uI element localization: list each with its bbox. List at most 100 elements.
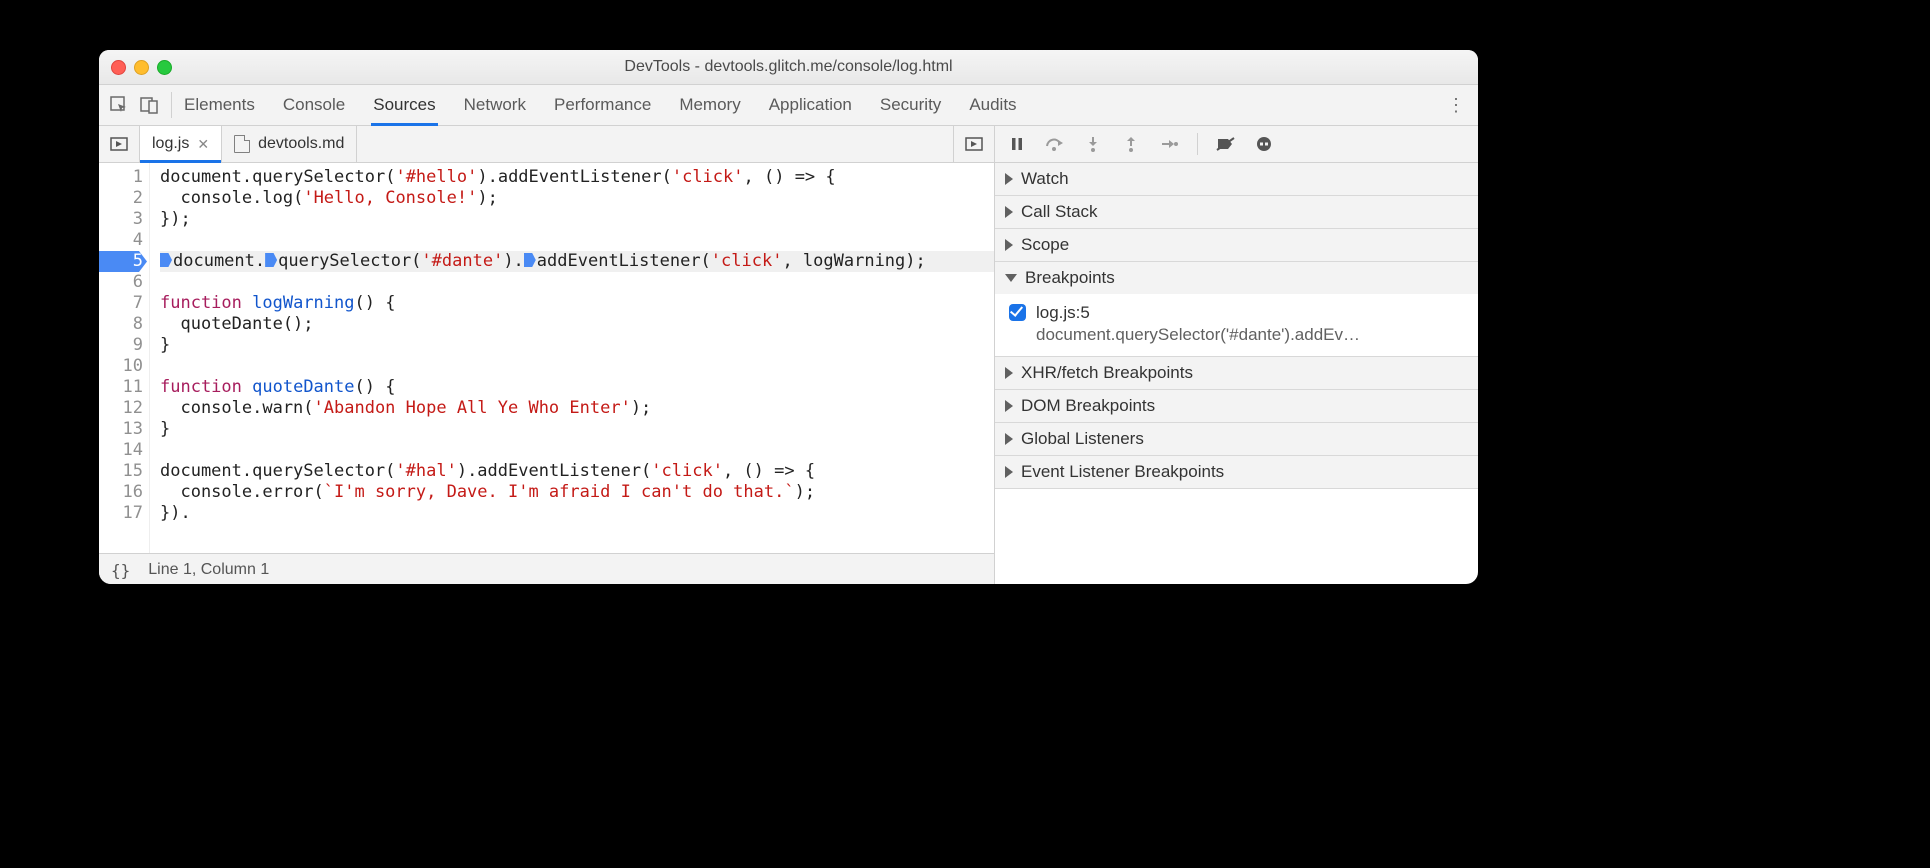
code-line: document.querySelector('#dante').addEven… [160, 251, 994, 272]
checkbox[interactable] [1009, 304, 1026, 321]
panel-tab-memory[interactable]: Memory [679, 85, 740, 125]
line-number[interactable]: 14 [99, 440, 143, 461]
code-content[interactable]: document.querySelector('#hello').addEven… [150, 163, 994, 553]
line-number[interactable]: 10 [99, 356, 143, 377]
section-body: log.js:5document.querySelector('#dante')… [995, 294, 1478, 356]
breakpoint-snippet: document.querySelector('#dante').addEv… [1036, 324, 1360, 346]
breakpoint-item[interactable]: log.js:5document.querySelector('#dante')… [1009, 302, 1468, 346]
editor-pane: log.js✕devtools.md 123456789101112131415… [99, 126, 995, 584]
line-gutter[interactable]: 1234567891011121314151617 [99, 163, 150, 553]
titlebar: DevTools - devtools.glitch.me/console/lo… [99, 50, 1478, 85]
chevron-down-icon [1005, 274, 1017, 282]
chevron-right-icon [1005, 367, 1013, 379]
panel-tab-application[interactable]: Application [769, 85, 852, 125]
navigator-toggle-button[interactable] [99, 126, 140, 162]
code-line: console.log('Hello, Console!'); [160, 188, 994, 209]
code-line: document.querySelector('#hal').addEventL… [160, 461, 994, 482]
section-header[interactable]: Event Listener Breakpoints [995, 456, 1478, 488]
minimize-window-button[interactable] [134, 60, 149, 75]
close-icon[interactable]: ✕ [197, 136, 209, 153]
file-tab-label: devtools.md [258, 135, 344, 153]
line-number[interactable]: 8 [99, 314, 143, 335]
traffic-lights [111, 60, 172, 75]
code-line: console.error(`I'm sorry, Dave. I'm afra… [160, 482, 994, 503]
code-line [160, 272, 994, 293]
call-mark-icon [524, 253, 536, 267]
step-icon[interactable] [1159, 134, 1179, 154]
panel-tab-security[interactable]: Security [880, 85, 941, 125]
inspect-element-icon[interactable] [109, 95, 129, 115]
pause-icon[interactable] [1007, 134, 1027, 154]
section-breakpoints: Breakpoints log.js:5document.querySelecto… [995, 262, 1478, 357]
code-line [160, 230, 994, 251]
zoom-window-button[interactable] [157, 60, 172, 75]
section-header[interactable]: Global Listeners [995, 423, 1478, 455]
section-call-stack: Call Stack [995, 196, 1478, 229]
panel-tab-console[interactable]: Console [283, 85, 345, 125]
file-tab-log-js[interactable]: log.js✕ [140, 126, 222, 162]
close-window-button[interactable] [111, 60, 126, 75]
chevron-right-icon [1005, 239, 1013, 251]
pause-exceptions-icon[interactable] [1254, 134, 1274, 154]
section-title: Breakpoints [1025, 268, 1115, 288]
section-event-listener-breakpoints: Event Listener Breakpoints [995, 456, 1478, 489]
code-line: function logWarning() { [160, 293, 994, 314]
device-toggle-icon[interactable] [139, 95, 159, 115]
line-number[interactable]: 7 [99, 293, 143, 314]
chevron-right-icon [1005, 466, 1013, 478]
panel-tab-network[interactable]: Network [464, 85, 526, 125]
panel-tab-audits[interactable]: Audits [969, 85, 1016, 125]
code-line: function quoteDante() { [160, 377, 994, 398]
code-line [160, 356, 994, 377]
section-title: DOM Breakpoints [1021, 396, 1155, 416]
debugger-pane: WatchCall StackScope Breakpoints log.js:5d… [995, 126, 1478, 584]
call-mark-icon [160, 253, 172, 267]
more-menu-button[interactable]: ⋮ [1444, 95, 1468, 116]
panel-tab-sources[interactable]: Sources [373, 85, 435, 125]
line-number[interactable]: 6 [99, 272, 143, 293]
line-number[interactable]: 1 [99, 167, 143, 188]
call-mark-icon [265, 253, 277, 267]
line-number[interactable]: 15 [99, 461, 143, 482]
line-number[interactable]: 11 [99, 377, 143, 398]
line-number[interactable]: 2 [99, 188, 143, 209]
code-editor[interactable]: 1234567891011121314151617 document.query… [99, 163, 994, 553]
section-header[interactable]: Watch [995, 163, 1478, 195]
step-into-icon[interactable] [1083, 134, 1103, 154]
deactivate-breakpoints-icon[interactable] [1216, 134, 1236, 154]
line-number[interactable]: 17 [99, 503, 143, 524]
line-number[interactable]: 16 [99, 482, 143, 503]
line-number[interactable]: 3 [99, 209, 143, 230]
debugger-sections: WatchCall StackScope Breakpoints log.js:5d… [995, 163, 1478, 489]
line-number[interactable]: 13 [99, 419, 143, 440]
breakpoint-label: log.js:5 [1036, 302, 1360, 324]
line-number[interactable]: 5 [99, 251, 147, 272]
section-watch: Watch [995, 163, 1478, 196]
code-line: }); [160, 209, 994, 230]
line-number[interactable]: 12 [99, 398, 143, 419]
code-line: } [160, 335, 994, 356]
file-icon [234, 135, 250, 153]
more-tabs-button[interactable] [953, 126, 994, 162]
file-tab-devtools-md[interactable]: devtools.md [222, 126, 357, 162]
panel-tab-performance[interactable]: Performance [554, 85, 651, 125]
section-header[interactable]: Scope [995, 229, 1478, 261]
section-header[interactable]: XHR/fetch Breakpoints [995, 357, 1478, 389]
pretty-print-button[interactable]: {} [111, 561, 130, 580]
step-over-icon[interactable] [1045, 134, 1065, 154]
toolbar-separator [1197, 133, 1198, 155]
line-number[interactable]: 9 [99, 335, 143, 356]
section-header[interactable]: Call Stack [995, 196, 1478, 228]
section-title: Global Listeners [1021, 429, 1144, 449]
chevron-right-icon [1005, 173, 1013, 185]
section-header[interactable]: DOM Breakpoints [995, 390, 1478, 422]
section-scope: Scope [995, 229, 1478, 262]
chevron-right-icon [1005, 433, 1013, 445]
step-out-icon[interactable] [1121, 134, 1141, 154]
panel-tab-elements[interactable]: Elements [184, 85, 255, 125]
section-dom-breakpoints: DOM Breakpoints [995, 390, 1478, 423]
window-title: DevTools - devtools.glitch.me/console/lo… [99, 58, 1478, 76]
line-number[interactable]: 4 [99, 230, 143, 251]
chevron-right-icon [1005, 400, 1013, 412]
section-header[interactable]: Breakpoints [995, 262, 1478, 294]
